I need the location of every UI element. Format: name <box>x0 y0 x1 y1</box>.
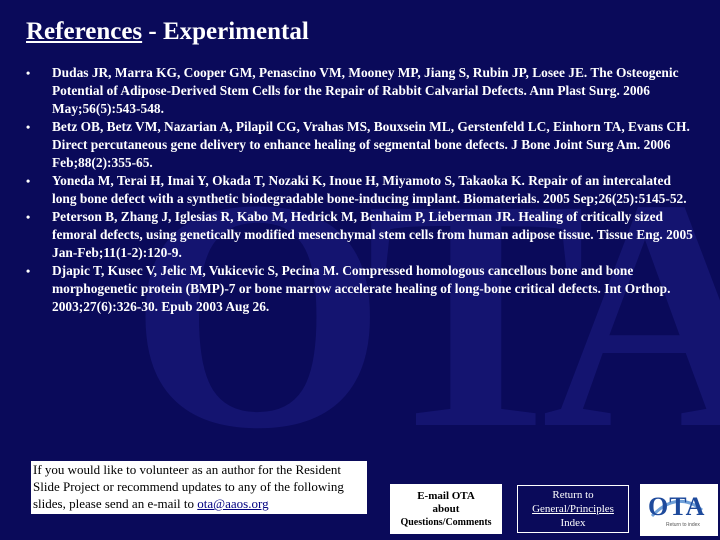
title-main: References <box>26 18 143 45</box>
reference-item: • Betz OB, Betz VM, Nazarian A, Pilapil C… <box>24 118 696 172</box>
reference-item: • Peterson B, Zhang J, Iglesias R, Kabo M… <box>24 208 696 262</box>
bullet-icon: • <box>26 120 31 134</box>
return-index-button[interactable]: Return to General/Principles Index <box>517 485 629 533</box>
bullet-icon: • <box>26 210 31 224</box>
email-button-line3: Questions/Comments <box>400 516 492 528</box>
reference-item: • Dudas JR, Marra KG, Cooper GM, Penascin… <box>24 64 696 118</box>
page-title: References - Experimental <box>26 18 309 46</box>
return-button-line3: Index <box>560 517 586 529</box>
return-button-line1: Return to <box>552 489 594 501</box>
bullet-icon: • <box>26 66 31 80</box>
volunteer-text: If you would like to volunteer as an aut… <box>33 462 344 511</box>
volunteer-note: If you would like to volunteer as an aut… <box>31 461 367 514</box>
email-link[interactable]: ota@aaos.org <box>197 496 268 511</box>
reference-text: Betz OB, Betz VM, Nazarian A, Pilapil CG… <box>52 119 690 170</box>
email-button-line1: E-mail OTA <box>417 489 475 502</box>
reference-text: Yoneda M, Terai H, Imai Y, Okada T, Noza… <box>52 173 687 206</box>
bullet-icon: • <box>26 264 31 278</box>
return-button-line2: General/Principles <box>532 503 614 515</box>
reference-list: • Dudas JR, Marra KG, Cooper GM, Penascin… <box>24 64 696 316</box>
reference-text: Djapic T, Kusec V, Jelic M, Vukicevic S,… <box>52 263 671 314</box>
email-ota-button[interactable]: E-mail OTA about Questions/Comments <box>390 484 502 534</box>
reference-text: Peterson B, Zhang J, Iglesias R, Kabo M,… <box>52 209 693 260</box>
reference-item: • Djapic T, Kusec V, Jelic M, Vukicevic S… <box>24 262 696 316</box>
reference-item: • Yoneda M, Terai H, Imai Y, Okada T, Noz… <box>24 172 696 208</box>
reference-text: Dudas JR, Marra KG, Cooper GM, Penascino… <box>52 65 679 116</box>
ota-logo[interactable]: OTA Return to index <box>640 484 718 536</box>
email-button-line2: about <box>432 502 460 515</box>
slide: OTA References - Experimental • Dudas JR,… <box>0 0 720 540</box>
bullet-icon: • <box>26 174 31 188</box>
title-rest: - Experimental <box>142 18 309 45</box>
logo-subtext: Return to index <box>666 522 700 528</box>
logo-text: OTA <box>648 492 706 521</box>
